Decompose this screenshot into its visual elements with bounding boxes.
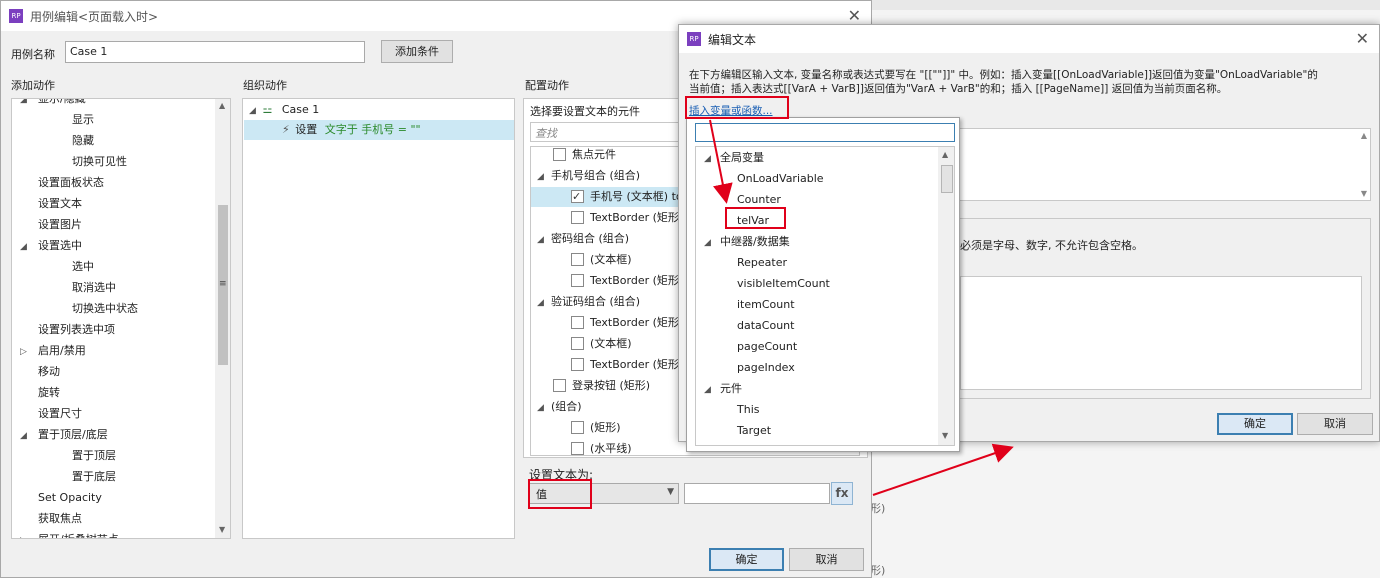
annotation-arrow-to-dialog: [872, 443, 1014, 496]
annotation-arrows: [709, 119, 1014, 496]
annotation-arrow-to-telvar: [709, 119, 733, 204]
